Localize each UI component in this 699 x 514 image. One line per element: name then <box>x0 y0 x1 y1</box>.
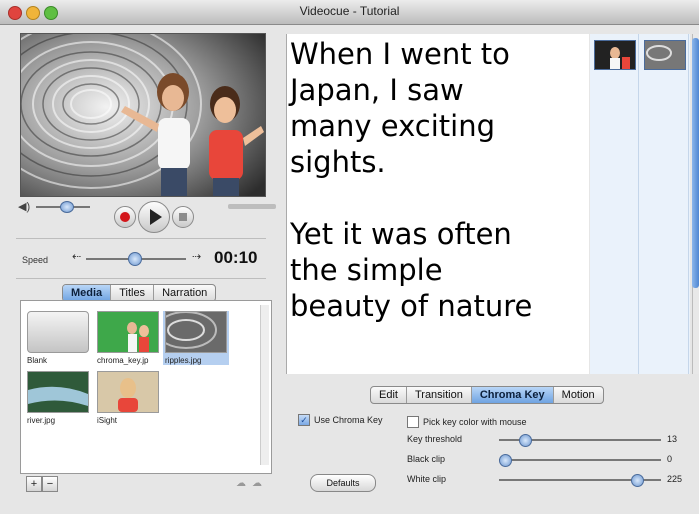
volume-icon: ◀) <box>18 201 31 213</box>
checkbox-unchecked-icon[interactable] <box>407 416 419 428</box>
clip-column[interactable] <box>640 34 689 374</box>
tab-transition[interactable]: Transition <box>407 387 472 403</box>
fast-speed-icon: ⇢ <box>192 251 202 263</box>
black-clip-track[interactable] <box>499 459 661 461</box>
slow-speed-icon: ⇠ <box>72 251 82 263</box>
use-chroma-key-checkbox[interactable]: ✓ Use Chroma Key <box>298 414 383 426</box>
blank-thumbnail <box>27 311 89 353</box>
tab-titles[interactable]: Titles <box>111 285 155 301</box>
tab-media[interactable]: Media <box>63 285 112 301</box>
media-item-river[interactable]: river.jpg <box>27 371 89 425</box>
record-icon <box>120 212 130 222</box>
clip-thumbnail[interactable] <box>594 40 636 70</box>
key-threshold-value: 13 <box>667 434 678 444</box>
edit-tabs: Edit Transition Chroma Key Motion <box>370 386 604 404</box>
cloud-icon: ☁ <box>252 478 262 489</box>
media-item-label: river.jpg <box>27 416 56 425</box>
media-browser: Blank chroma_key.jp ripples.jpg river.jp… <box>20 300 272 474</box>
time-display: 00:10 <box>214 248 258 267</box>
play-button[interactable] <box>138 201 170 233</box>
river-thumbnail <box>27 371 89 413</box>
key-threshold-knob[interactable] <box>519 434 532 447</box>
media-item-label: Blank <box>27 356 48 365</box>
clip-timeline <box>590 34 690 374</box>
isight-thumbnail <box>97 371 159 413</box>
stop-icon <box>179 213 187 221</box>
speed-slider-knob[interactable] <box>128 252 142 266</box>
media-item-chroma-key[interactable]: chroma_key.jp <box>97 311 159 365</box>
use-chroma-key-label: Use Chroma Key <box>314 415 383 425</box>
script-text[interactable]: When I went to Japan, I saw many excitin… <box>290 36 586 324</box>
tab-narration[interactable]: Narration <box>154 285 215 301</box>
media-item-label: chroma_key.jp <box>97 356 149 365</box>
record-button[interactable] <box>114 206 136 228</box>
black-clip-knob[interactable] <box>499 454 512 467</box>
tab-chroma-key[interactable]: Chroma Key <box>471 387 554 403</box>
media-item-blank[interactable]: Blank <box>27 311 89 365</box>
cloud-icon: ☁ <box>236 478 246 489</box>
media-scrollbar[interactable] <box>260 305 269 465</box>
chroma-key-thumbnail <box>97 311 159 353</box>
media-item-label: ripples.jpg <box>165 356 202 365</box>
tab-motion[interactable]: Motion <box>554 387 603 403</box>
speed-label: Speed <box>22 255 49 265</box>
add-media-button[interactable]: + <box>26 476 42 492</box>
media-item-label: iSight <box>97 416 118 425</box>
white-clip-knob[interactable] <box>631 474 644 487</box>
white-clip-row: White clip 225 <box>407 474 697 487</box>
title-bar: Videocue - Tutorial <box>0 0 699 25</box>
ripples-thumbnail <box>165 311 227 353</box>
clip-column[interactable] <box>590 34 639 374</box>
checkbox-checked-icon[interactable]: ✓ <box>298 414 310 426</box>
app-window: Videocue - Tutorial ◀) Speed ⇠ ⇢ 00:10 M… <box>0 0 699 514</box>
key-threshold-label: Key threshold <box>407 434 463 444</box>
media-item-isight[interactable]: iSight <box>97 371 159 425</box>
media-item-ripples[interactable]: ripples.jpg <box>163 311 229 365</box>
video-preview <box>20 33 266 197</box>
key-threshold-row: Key threshold 13 <box>407 434 697 447</box>
stop-button[interactable] <box>172 206 194 228</box>
tab-edit[interactable]: Edit <box>371 387 407 403</box>
remove-media-button[interactable]: − <box>42 476 58 492</box>
volume-slider-knob[interactable] <box>60 201 74 213</box>
progress-indicator <box>228 204 276 209</box>
transport-controls: ◀) <box>16 196 276 233</box>
black-clip-row: Black clip 0 <box>407 454 697 467</box>
pick-key-color-checkbox[interactable]: Pick key color with mouse <box>407 416 527 428</box>
script-editor[interactable]: When I went to Japan, I saw many excitin… <box>286 34 589 374</box>
divider <box>16 238 266 239</box>
pick-key-color-label: Pick key color with mouse <box>423 417 527 427</box>
timeline-scrollbar-thumb[interactable] <box>692 38 699 288</box>
white-clip-label: White clip <box>407 474 447 484</box>
window-title: Videocue - Tutorial <box>299 4 400 18</box>
white-clip-value: 225 <box>667 474 683 484</box>
clip-thumbnail[interactable] <box>644 40 686 70</box>
defaults-button[interactable]: Defaults <box>310 474 376 492</box>
black-clip-value: 0 <box>667 454 673 464</box>
play-icon <box>150 209 162 225</box>
divider <box>16 278 266 279</box>
black-clip-label: Black clip <box>407 454 446 464</box>
